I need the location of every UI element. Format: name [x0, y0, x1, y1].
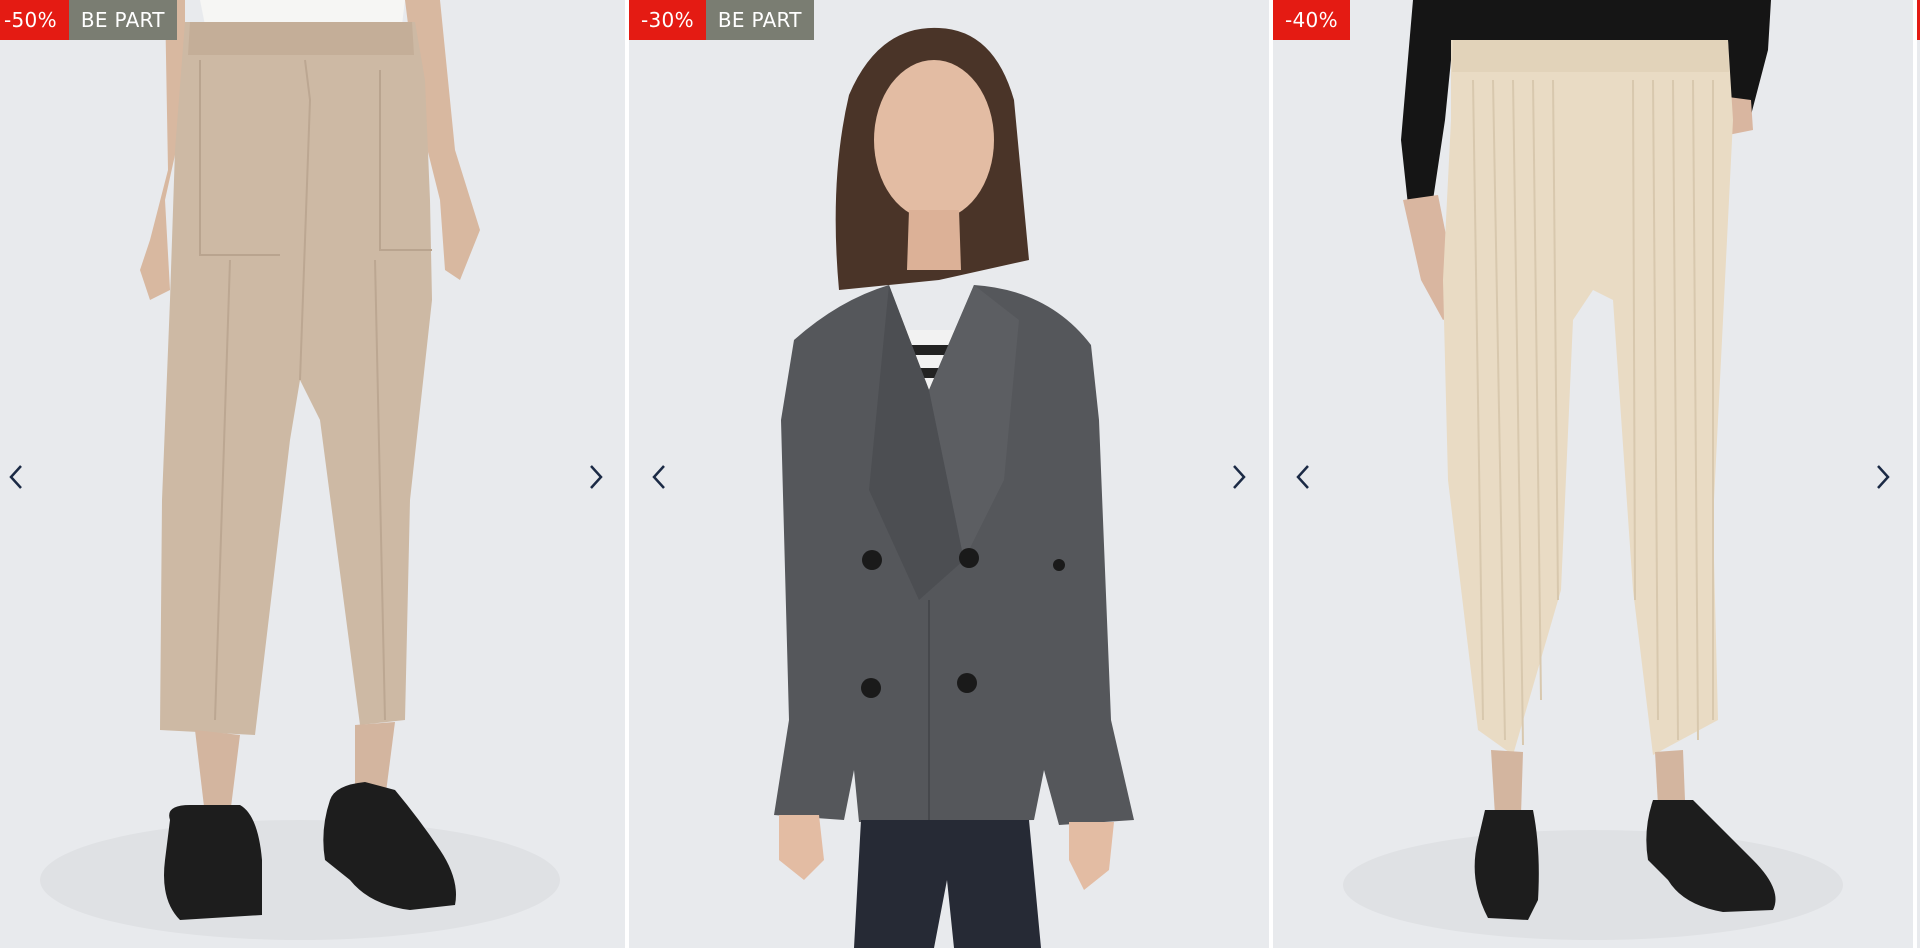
product-badges: -40% — [1273, 0, 1350, 40]
next-image-button[interactable] — [1865, 459, 1901, 495]
chevron-right-icon — [1877, 465, 1890, 489]
chevron-left-icon — [9, 465, 22, 489]
next-image-button[interactable] — [578, 459, 614, 495]
product-badges: -50% BE PART — [0, 0, 177, 40]
chevron-left-icon — [652, 465, 665, 489]
chevron-right-icon — [590, 465, 603, 489]
chevron-right-icon — [1233, 465, 1246, 489]
previous-image-button[interactable] — [1285, 459, 1321, 495]
product-card[interactable]: -30% BE PART — [629, 0, 1269, 948]
discount-badge: -30% — [629, 0, 706, 40]
product-badges: -30% BE PART — [629, 0, 814, 40]
chevron-left-icon — [1296, 465, 1309, 489]
be-part-badge: BE PART — [705, 0, 814, 40]
next-image-button[interactable] — [1221, 459, 1257, 495]
product-card[interactable]: -40% — [1273, 0, 1913, 948]
product-image[interactable] — [0, 0, 625, 948]
product-card[interactable]: -50% BE PART — [0, 0, 625, 948]
discount-badge: -40% — [1273, 0, 1350, 40]
previous-image-button[interactable] — [0, 459, 34, 495]
discount-badge: -50% — [0, 0, 69, 40]
be-part-badge: BE PART — [68, 0, 177, 40]
product-image[interactable] — [1273, 0, 1913, 948]
product-image[interactable] — [629, 0, 1269, 948]
previous-image-button[interactable] — [641, 459, 677, 495]
